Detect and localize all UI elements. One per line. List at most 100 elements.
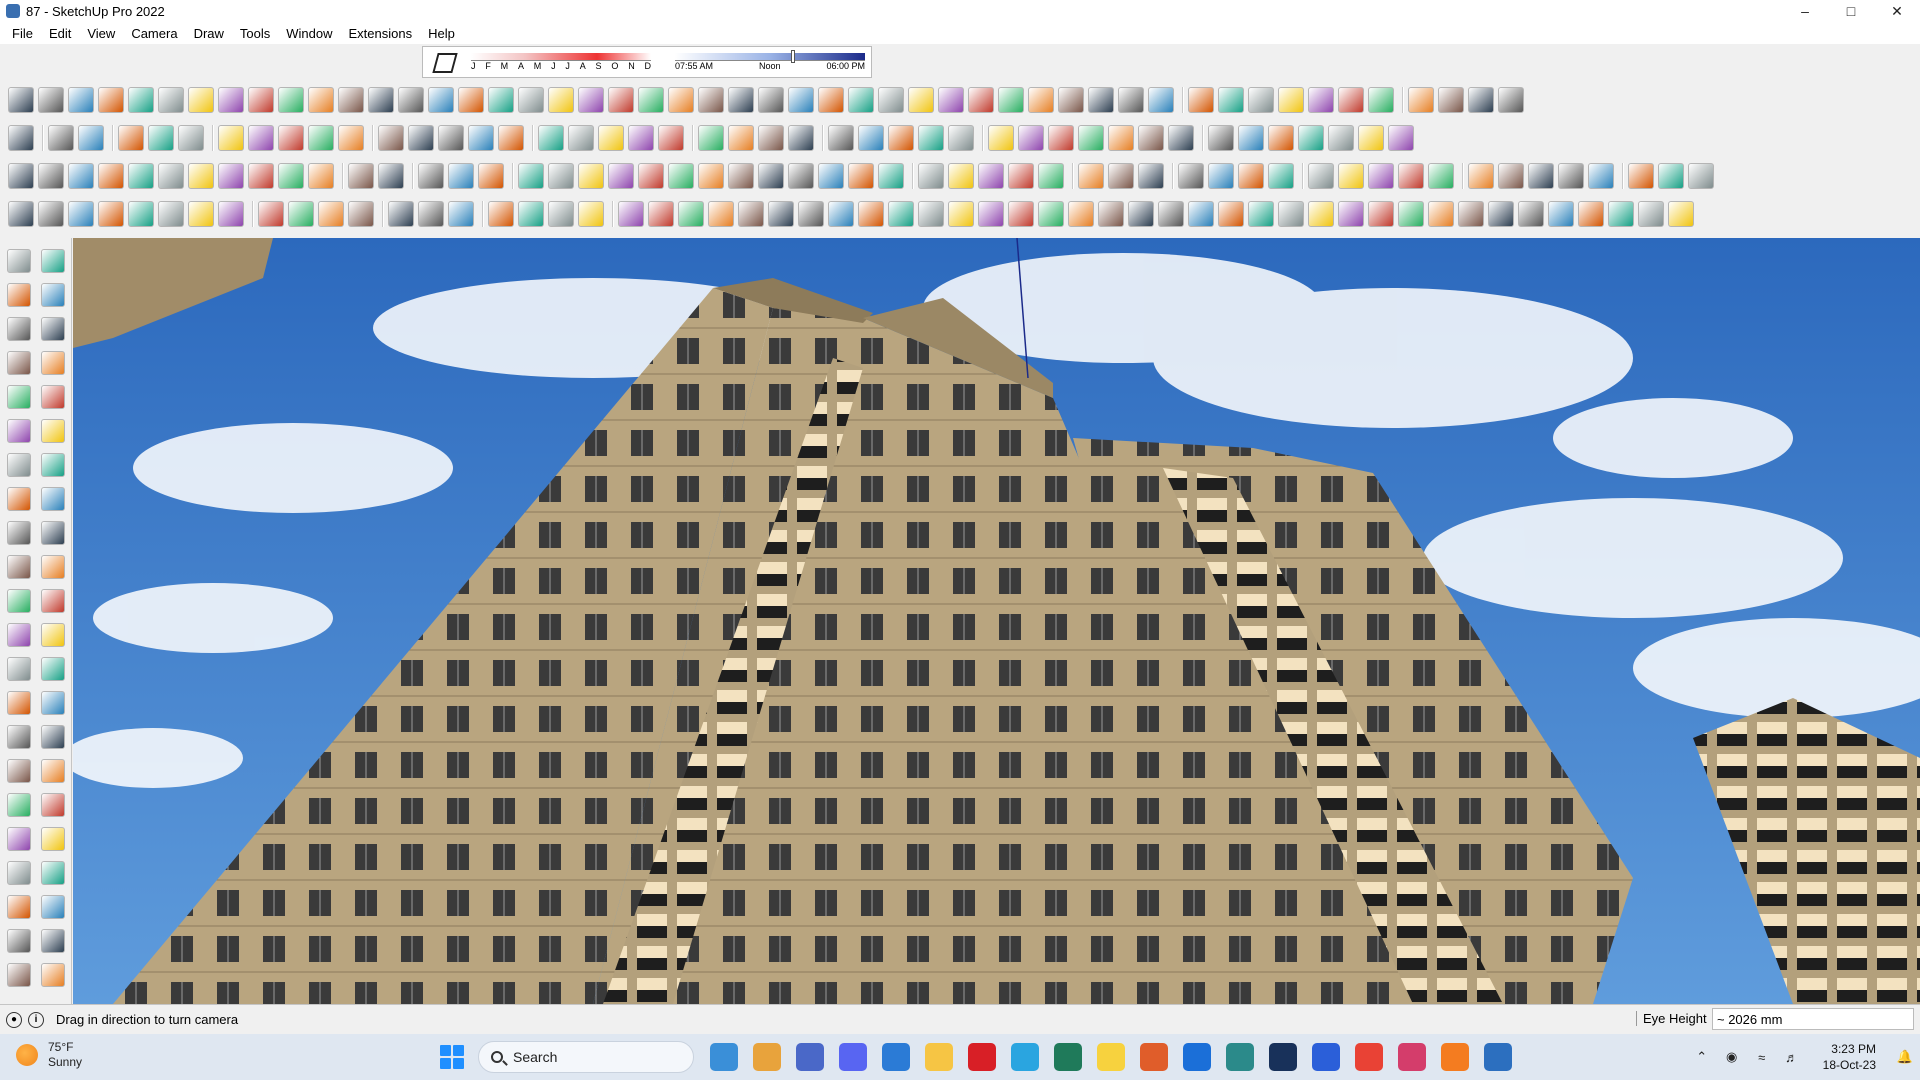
taskbar-app-icon[interactable] <box>1269 1043 1297 1071</box>
notification-bell-icon[interactable]: 🔔 <box>1897 1049 1913 1065</box>
toolbar-tool-icon[interactable] <box>1488 201 1514 227</box>
large-tool-icon[interactable] <box>7 895 31 919</box>
toolbar-tool-icon[interactable] <box>418 201 444 227</box>
toolbar-tool-icon[interactable] <box>1208 163 1234 189</box>
toolbar-tool-icon[interactable] <box>278 125 304 151</box>
toolbar-tool-icon[interactable] <box>1118 87 1144 113</box>
toolbar-tool-icon[interactable] <box>518 163 544 189</box>
menu-help[interactable]: Help <box>420 26 463 41</box>
toolbar-tool-icon[interactable] <box>1178 163 1204 189</box>
toolbar-tool-icon[interactable] <box>818 87 844 113</box>
toolbar-tool-icon[interactable] <box>308 125 334 151</box>
toolbar-tool-icon[interactable] <box>258 201 284 227</box>
large-tool-icon[interactable] <box>41 249 65 273</box>
toolbar-tool-icon[interactable] <box>1428 163 1454 189</box>
taskbar-app-icon[interactable] <box>839 1043 867 1071</box>
toolbar-tool-icon[interactable] <box>618 201 644 227</box>
toolbar-tool-icon[interactable] <box>668 87 694 113</box>
taskbar-search[interactable]: Search <box>478 1041 694 1073</box>
large-tool-icon[interactable] <box>41 827 65 851</box>
toolbar-tool-icon[interactable] <box>1558 163 1584 189</box>
toolbar-tool-icon[interactable] <box>1238 125 1264 151</box>
toolbar-tool-icon[interactable] <box>488 87 514 113</box>
taskbar-app-icon[interactable] <box>1355 1043 1383 1071</box>
toolbar-tool-icon[interactable] <box>668 163 694 189</box>
large-tool-icon[interactable] <box>41 589 65 613</box>
toolbar-tool-icon[interactable] <box>638 163 664 189</box>
time-slider[interactable] <box>675 53 865 61</box>
toolbar-tool-icon[interactable] <box>248 163 274 189</box>
toolbar-tool-icon[interactable] <box>8 163 34 189</box>
network-icon[interactable]: ◉ <box>1724 1049 1740 1065</box>
toolbar-tool-icon[interactable] <box>1368 87 1394 113</box>
large-tool-icon[interactable] <box>41 623 65 647</box>
toolbar-tool-icon[interactable] <box>1128 201 1154 227</box>
toolbar-tool-icon[interactable] <box>448 163 474 189</box>
toolbar-tool-icon[interactable] <box>148 125 174 151</box>
date-slider[interactable] <box>471 53 651 61</box>
toolbar-tool-icon[interactable] <box>1608 201 1634 227</box>
large-tool-icon[interactable] <box>7 963 31 987</box>
toolbar-tool-icon[interactable] <box>248 87 274 113</box>
toolbar-tool-icon[interactable] <box>1398 163 1424 189</box>
toolbar-tool-icon[interactable] <box>128 201 154 227</box>
wifi-icon[interactable]: ≈ <box>1754 1049 1770 1065</box>
toolbar-tool-icon[interactable] <box>338 87 364 113</box>
minimize-button[interactable]: – <box>1782 0 1828 22</box>
toolbar-tool-icon[interactable] <box>468 125 494 151</box>
toolbar-tool-icon[interactable] <box>918 201 944 227</box>
menu-draw[interactable]: Draw <box>186 26 232 41</box>
toolbar-tool-icon[interactable] <box>318 201 344 227</box>
large-tool-icon[interactable] <box>7 691 31 715</box>
toolbar-tool-icon[interactable] <box>998 87 1024 113</box>
toolbar-tool-icon[interactable] <box>1588 163 1614 189</box>
toolbar-tool-icon[interactable] <box>948 125 974 151</box>
large-tool-icon[interactable] <box>7 861 31 885</box>
toolbar-tool-icon[interactable] <box>1008 201 1034 227</box>
toolbar-tool-icon[interactable] <box>248 125 274 151</box>
toolbar-tool-icon[interactable] <box>1308 163 1334 189</box>
toolbar-tool-icon[interactable] <box>188 201 214 227</box>
toolbar-tool-icon[interactable] <box>1548 201 1574 227</box>
toolbar-tool-icon[interactable] <box>188 87 214 113</box>
taskbar-app-icon[interactable] <box>925 1043 953 1071</box>
toolbar-tool-icon[interactable] <box>938 87 964 113</box>
toolbar-tool-icon[interactable] <box>1298 125 1324 151</box>
toolbar-tool-icon[interactable] <box>1498 163 1524 189</box>
toolbar-tool-icon[interactable] <box>68 87 94 113</box>
toolbar-tool-icon[interactable] <box>978 201 1004 227</box>
large-tool-icon[interactable] <box>7 725 31 749</box>
toolbar-tool-icon[interactable] <box>78 125 104 151</box>
toolbar-tool-icon[interactable] <box>1688 163 1714 189</box>
large-tool-icon[interactable] <box>7 759 31 783</box>
toolbar-tool-icon[interactable] <box>158 87 184 113</box>
large-tool-icon[interactable] <box>41 929 65 953</box>
large-tool-icon[interactable] <box>7 385 31 409</box>
toolbar-tool-icon[interactable] <box>398 87 424 113</box>
toolbar-tool-icon[interactable] <box>438 125 464 151</box>
toolbar-tool-icon[interactable] <box>1158 201 1184 227</box>
toolbar-tool-icon[interactable] <box>1188 87 1214 113</box>
toolbar-tool-icon[interactable] <box>788 125 814 151</box>
toolbar-tool-icon[interactable] <box>798 201 824 227</box>
large-tool-icon[interactable] <box>41 453 65 477</box>
toolbar-tool-icon[interactable] <box>948 163 974 189</box>
toolbar-tool-icon[interactable] <box>278 163 304 189</box>
toolbar-tool-icon[interactable] <box>1468 87 1494 113</box>
toolbar-tool-icon[interactable] <box>738 201 764 227</box>
toolbar-tool-icon[interactable] <box>218 163 244 189</box>
toolbar-tool-icon[interactable] <box>158 201 184 227</box>
taskbar-app-icon[interactable] <box>882 1043 910 1071</box>
toolbar-tool-icon[interactable] <box>548 201 574 227</box>
toolbar-tool-icon[interactable] <box>568 125 594 151</box>
toolbar-tool-icon[interactable] <box>1628 163 1654 189</box>
toolbar-tool-icon[interactable] <box>1438 87 1464 113</box>
toolbar-tool-icon[interactable] <box>498 125 524 151</box>
toolbar-tool-icon[interactable] <box>1388 125 1414 151</box>
toolbar-tool-icon[interactable] <box>378 125 404 151</box>
toolbar-tool-icon[interactable] <box>1088 87 1114 113</box>
measurements-box[interactable]: ~ 2026 mm <box>1712 1008 1914 1030</box>
toolbar-tool-icon[interactable] <box>878 163 904 189</box>
large-tool-icon[interactable] <box>7 589 31 613</box>
large-tool-icon[interactable] <box>7 555 31 579</box>
